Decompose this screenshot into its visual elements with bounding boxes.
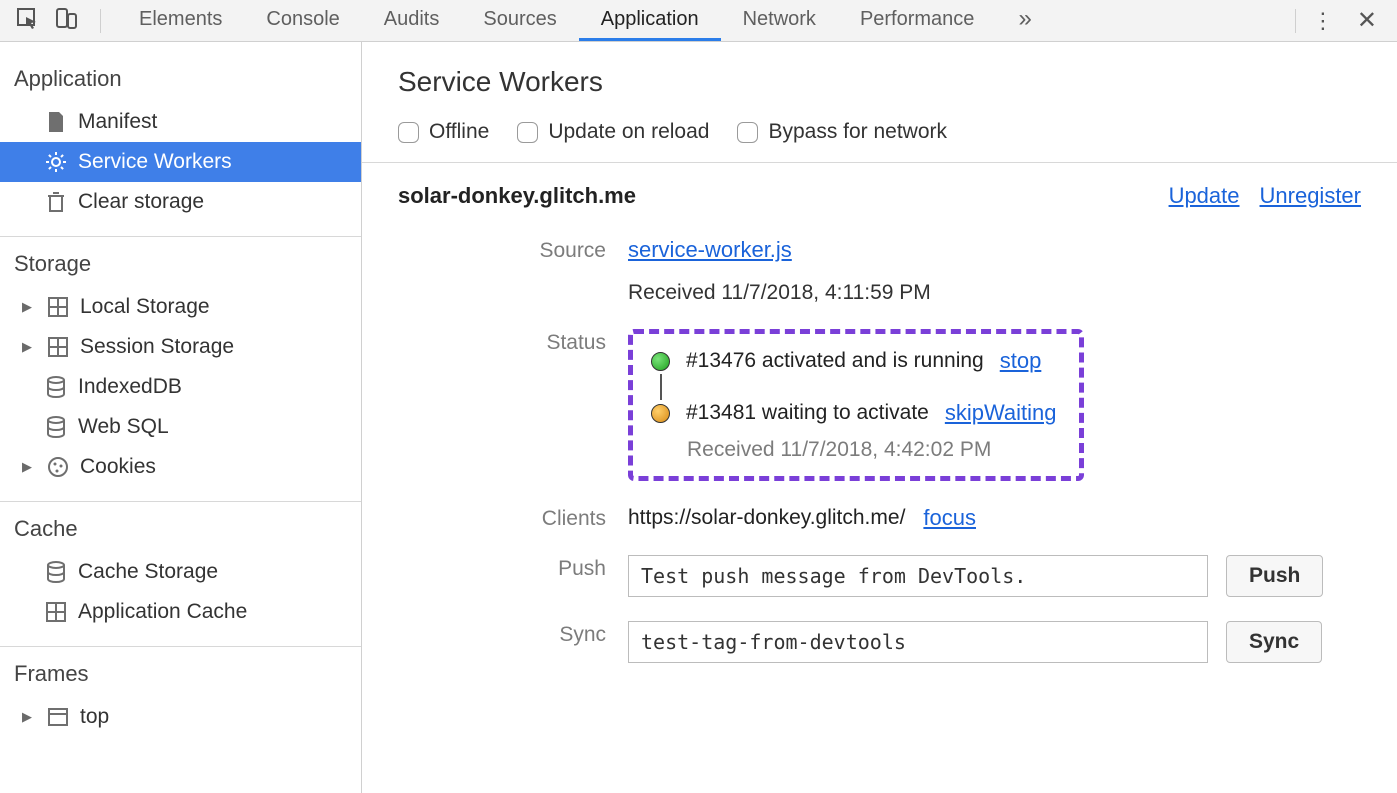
checkbox-offline[interactable]: Offline (398, 120, 489, 144)
source-file-link[interactable]: service-worker.js (628, 237, 792, 262)
skipwaiting-link[interactable]: skipWaiting (945, 400, 1057, 426)
group-storage: Storage (0, 241, 361, 287)
application-sidebar: Application Manifest Service Workers Cle… (0, 42, 362, 793)
tab-audits[interactable]: Audits (362, 0, 462, 41)
status-active-text: #13476 activated and is running (686, 349, 984, 373)
sidebar-item-label: IndexedDB (78, 375, 182, 399)
update-link[interactable]: Update (1169, 183, 1240, 209)
inspect-icon[interactable] (16, 7, 40, 35)
status-waiting-text: #13481 waiting to activate (686, 401, 929, 425)
sync-button[interactable]: Sync (1226, 621, 1322, 663)
tab-sources[interactable]: Sources (461, 0, 578, 41)
service-workers-panel: Service Workers Offline Update on reload… (362, 42, 1397, 793)
sidebar-item-indexeddb[interactable]: IndexedDB (0, 367, 361, 407)
label-status: Status (398, 329, 628, 355)
focus-link[interactable]: focus (923, 505, 976, 531)
checkbox-icon (517, 122, 538, 143)
checkbox-update-on-reload[interactable]: Update on reload (517, 120, 709, 144)
sidebar-item-label: top (80, 705, 109, 729)
chevron-right-icon: ▶ (22, 709, 36, 725)
status-dot-waiting-icon (651, 404, 670, 423)
sidebar-item-top-frame[interactable]: ▶ top (0, 697, 361, 737)
checkbox-label: Offline (429, 120, 489, 144)
tab-console[interactable]: Console (244, 0, 361, 41)
tab-application[interactable]: Application (579, 0, 721, 41)
received-label: Received (628, 281, 716, 304)
database-icon (44, 375, 68, 399)
group-application: Application (0, 56, 361, 102)
client-url: https://solar-donkey.glitch.me/ (628, 506, 905, 530)
file-icon (44, 110, 68, 134)
checkbox-icon (398, 122, 419, 143)
kebab-icon[interactable]: ⋮ (1312, 8, 1333, 34)
checkbox-bypass-for-network[interactable]: Bypass for network (737, 120, 947, 144)
frame-icon (46, 705, 70, 729)
stop-link[interactable]: stop (1000, 348, 1042, 374)
tab-performance[interactable]: Performance (838, 0, 997, 41)
group-cache: Cache (0, 506, 361, 552)
chevron-right-icon: ▶ (22, 299, 36, 315)
sidebar-item-cache-storage[interactable]: Cache Storage (0, 552, 361, 592)
checkbox-icon (737, 122, 758, 143)
waiting-received-time: 11/7/2018, 4:42:02 PM (780, 438, 991, 461)
grid-icon (46, 295, 70, 319)
label-push: Push (398, 555, 628, 581)
database-icon (44, 415, 68, 439)
unregister-link[interactable]: Unregister (1260, 183, 1361, 209)
sidebar-item-clear-storage[interactable]: Clear storage (0, 182, 361, 222)
grid-icon (46, 335, 70, 359)
grid-icon (44, 600, 68, 624)
sidebar-item-label: Clear storage (78, 190, 204, 214)
panel-title: Service Workers (398, 66, 1361, 98)
push-button[interactable]: Push (1226, 555, 1323, 597)
sidebar-item-websql[interactable]: Web SQL (0, 407, 361, 447)
push-input[interactable] (628, 555, 1208, 597)
sidebar-item-label: Web SQL (78, 415, 169, 439)
gear-icon (44, 150, 68, 174)
devtools-toolbar: Elements Console Audits Sources Applicat… (0, 0, 1397, 42)
label-clients: Clients (398, 505, 628, 531)
chevron-right-icon: ▶ (22, 339, 36, 355)
waiting-received-label: Received (687, 438, 775, 461)
sidebar-item-cookies[interactable]: ▶ Cookies (0, 447, 361, 487)
sidebar-item-label: Cache Storage (78, 560, 218, 584)
close-icon[interactable]: ✕ (1357, 6, 1377, 35)
sidebar-item-application-cache[interactable]: Application Cache (0, 592, 361, 632)
checkbox-label: Bypass for network (768, 120, 947, 144)
cookie-icon (46, 455, 70, 479)
status-highlight-box: #13476 activated and is running stop #13… (628, 329, 1084, 481)
sidebar-item-label: Local Storage (80, 295, 210, 319)
trash-icon (44, 190, 68, 214)
sidebar-item-session-storage[interactable]: ▶ Session Storage (0, 327, 361, 367)
sidebar-item-local-storage[interactable]: ▶ Local Storage (0, 287, 361, 327)
chevron-right-icon: ▶ (22, 459, 36, 475)
sidebar-item-service-workers[interactable]: Service Workers (0, 142, 361, 182)
tab-network[interactable]: Network (721, 0, 838, 41)
tab-elements[interactable]: Elements (117, 0, 244, 41)
checkbox-label: Update on reload (548, 120, 709, 144)
database-icon (44, 560, 68, 584)
received-time: 11/7/2018, 4:11:59 PM (721, 281, 930, 304)
sidebar-item-manifest[interactable]: Manifest (0, 102, 361, 142)
sidebar-item-label: Service Workers (78, 150, 232, 174)
panel-tabs: Elements Console Audits Sources Applicat… (117, 0, 1279, 41)
sidebar-item-label: Application Cache (78, 600, 247, 624)
status-dot-active-icon (651, 352, 670, 371)
label-source: Source (398, 237, 628, 263)
sidebar-item-label: Manifest (78, 110, 157, 134)
label-sync: Sync (398, 621, 628, 647)
sidebar-item-label: Session Storage (80, 335, 234, 359)
device-icon[interactable] (54, 7, 78, 35)
group-frames: Frames (0, 651, 361, 697)
sync-input[interactable] (628, 621, 1208, 663)
sidebar-item-label: Cookies (80, 455, 156, 479)
origin-heading: solar-donkey.glitch.me (398, 183, 636, 209)
tabs-overflow[interactable]: » (996, 0, 1053, 41)
